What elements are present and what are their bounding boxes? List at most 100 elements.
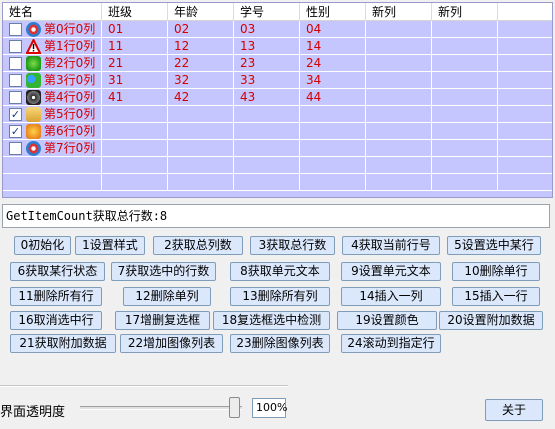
action-button-22[interactable]: 22增加图像列表 (120, 334, 223, 353)
table-row[interactable]: ✓ 第6行0列 (3, 123, 552, 140)
row-name-label: 第5行0列 (44, 107, 96, 121)
chrome-icon (26, 22, 41, 37)
table-cell (168, 106, 234, 123)
table-cell (366, 123, 432, 140)
table-cell (366, 140, 432, 157)
action-button-0[interactable]: 0初始化 (14, 236, 71, 255)
action-button-16[interactable]: 16取消选中行 (10, 311, 102, 330)
action-button-6[interactable]: 6获取某行状态 (10, 262, 105, 281)
table-cell (498, 123, 552, 140)
action-button-3[interactable]: 3获取总行数 (250, 236, 335, 255)
table-cell (432, 123, 498, 140)
opacity-slider-track[interactable] (80, 406, 242, 410)
action-button-24[interactable]: 24滚动到指定行 (341, 334, 441, 353)
row-checkbox[interactable] (9, 142, 22, 155)
column-header-new1[interactable]: 新列 (366, 3, 432, 21)
table-cell: 14 (300, 38, 366, 55)
table-cell (366, 89, 432, 106)
empty-cell (300, 174, 366, 191)
chrome-icon (26, 141, 41, 156)
action-button-20[interactable]: 20设置附加数据 (439, 311, 543, 330)
table-cell: 31 (102, 72, 168, 89)
table-row[interactable]: ✓ 第5行0列 (3, 106, 552, 123)
action-button-23[interactable]: 23删除图像列表 (230, 334, 330, 353)
table-row[interactable]: 第2行0列 21 22 23 24 (3, 55, 552, 72)
empty-cell (300, 157, 366, 174)
action-button-18[interactable]: 18复选框选中检测 (213, 311, 330, 330)
action-button-9[interactable]: 9设置单元文本 (341, 262, 441, 281)
row-name-label: 第3行0列 (44, 73, 96, 87)
opacity-slider-thumb[interactable] (229, 397, 240, 418)
list-view[interactable]: 姓名 班级 年龄 学号 性别 新列 新列 第0行0列 01 02 03 04 第1行0列 1… (2, 2, 553, 198)
table-cell (366, 21, 432, 38)
status-output-field[interactable]: GetItemCount获取总行数:8 (2, 204, 550, 228)
folder-icon (26, 107, 41, 122)
action-button-13[interactable]: 13删除所有列 (230, 287, 330, 306)
table-cell: 13 (234, 38, 300, 55)
table-cell (102, 106, 168, 123)
table-cell (498, 140, 552, 157)
action-button-1[interactable]: 1设置样式 (75, 236, 145, 255)
table-row[interactable]: 第3行0列 31 32 33 34 (3, 72, 552, 89)
table-cell: 32 (168, 72, 234, 89)
name-cell: 第0行0列 (3, 21, 102, 38)
opacity-value-field[interactable]: 100% (252, 398, 287, 418)
row-checkbox[interactable] (9, 40, 22, 53)
table-cell (432, 106, 498, 123)
action-button-10[interactable]: 10删除单行 (452, 262, 540, 281)
action-button-7[interactable]: 7获取选中的行数 (111, 262, 216, 281)
table-row[interactable]: 第0行0列 01 02 03 04 (3, 21, 552, 38)
row-checkbox[interactable] (9, 23, 22, 36)
column-header-new2[interactable]: 新列 (432, 3, 498, 21)
action-button-19[interactable]: 19设置颜色 (337, 311, 437, 330)
action-button-2[interactable]: 2获取总列数 (153, 236, 243, 255)
row-checkbox[interactable]: ✓ (9, 108, 22, 121)
column-header-gender[interactable]: 性别 (300, 3, 366, 21)
action-button-21[interactable]: 21获取附加数据 (10, 334, 116, 353)
row-checkbox[interactable] (9, 74, 22, 87)
face-icon (26, 124, 41, 139)
action-button-11[interactable]: 11删除所有行 (10, 287, 102, 306)
empty-cell (168, 174, 234, 191)
action-button-17[interactable]: 17增删复选框 (115, 311, 210, 330)
action-button-8[interactable]: 8获取单元文本 (230, 262, 330, 281)
column-header-age[interactable]: 年龄 (168, 3, 234, 21)
table-cell (366, 38, 432, 55)
table-cell: 34 (300, 72, 366, 89)
table-cell (432, 38, 498, 55)
table-cell (234, 123, 300, 140)
opacity-label: 界面透明度 (0, 405, 66, 420)
empty-cell (366, 174, 432, 191)
action-button-14[interactable]: 14插入一列 (341, 287, 441, 306)
column-header-id[interactable]: 学号 (234, 3, 300, 21)
row-checkbox[interactable] (9, 91, 22, 104)
table-cell: 44 (300, 89, 366, 106)
table-row[interactable]: 第7行0列 (3, 140, 552, 157)
empty-cell (234, 157, 300, 174)
table-cell (432, 55, 498, 72)
row-checkbox[interactable] (9, 57, 22, 70)
column-header-class[interactable]: 班级 (102, 3, 168, 21)
table-cell: 02 (168, 21, 234, 38)
table-cell: 33 (234, 72, 300, 89)
table-cell (168, 140, 234, 157)
action-button-4[interactable]: 4获取当前行号 (342, 236, 440, 255)
column-header-name[interactable]: 姓名 (3, 3, 102, 21)
warning-icon (25, 37, 42, 54)
table-cell: 12 (168, 38, 234, 55)
empty-cell (498, 157, 552, 174)
table-cell (498, 55, 552, 72)
action-button-15[interactable]: 15插入一行 (452, 287, 540, 306)
action-button-5[interactable]: 5设置选中某行 (447, 236, 541, 255)
empty-cell (366, 157, 432, 174)
table-row[interactable]: 第1行0列 11 12 13 14 (3, 37, 552, 55)
row-checkbox[interactable]: ✓ (9, 125, 22, 138)
about-button[interactable]: 关于 (485, 399, 543, 421)
action-button-12[interactable]: 12删除单列 (123, 287, 211, 306)
name-cell: ✓ 第5行0列 (3, 106, 102, 123)
table-cell (102, 140, 168, 157)
row-name-label: 第1行0列 (44, 39, 96, 53)
table-row[interactable]: 第4行0列 41 42 43 44 (3, 89, 552, 106)
play-icon (26, 56, 41, 71)
table-cell (366, 72, 432, 89)
